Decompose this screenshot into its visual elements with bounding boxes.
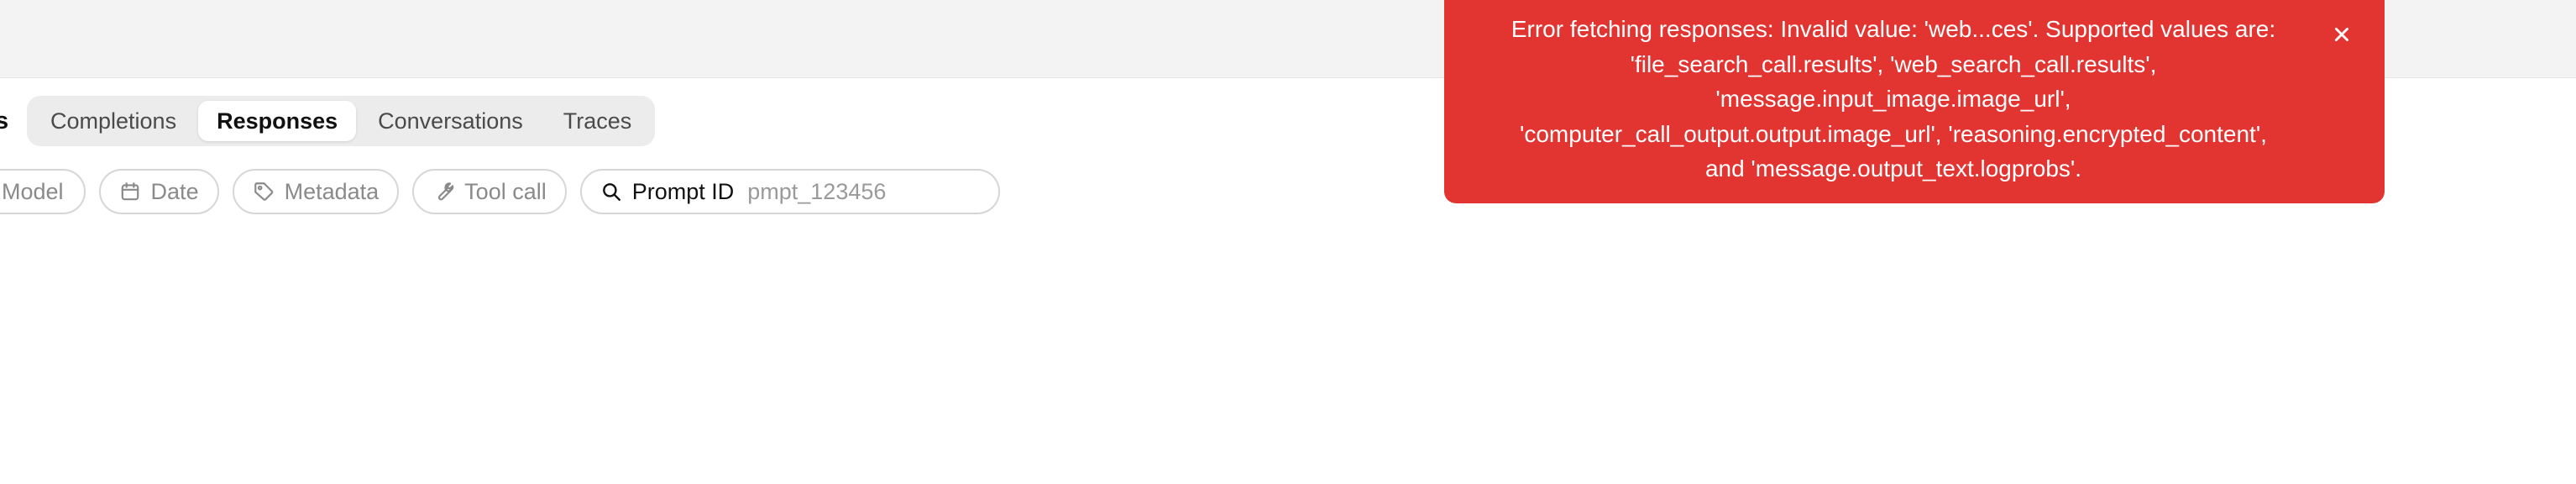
error-toast: Error fetching responses: Invalid value:… — [1444, 0, 2385, 203]
model-filter-label: Model — [2, 178, 64, 204]
date-filter-button[interactable]: Date — [98, 169, 219, 214]
calendar-icon — [119, 181, 141, 203]
tool-call-filter-button[interactable]: Tool call — [412, 169, 567, 214]
tool-call-filter-label: Tool call — [464, 178, 547, 204]
error-toast-message: Error fetching responses: Invalid value:… — [1469, 12, 2317, 187]
metadata-filter-label: Metadata — [284, 178, 380, 204]
prompt-id-search[interactable]: Prompt ID — [579, 169, 1000, 214]
prompt-id-label: Prompt ID — [631, 178, 735, 204]
tab-group: Completions Responses Conversations Trac… — [27, 96, 656, 146]
error-toast-line: Error fetching responses: Invalid value:… — [1511, 16, 2276, 42]
model-filter-button[interactable]: Model — [0, 169, 86, 214]
error-toast-line: 'computer_call_output.output.image_url',… — [1520, 120, 2267, 147]
tag-icon — [253, 181, 275, 203]
error-toast-line: 'message.input_image.image_url', — [1715, 86, 2071, 112]
error-toast-line: 'file_search_call.results', 'web_search_… — [1630, 50, 2157, 77]
wrench-icon — [432, 181, 454, 203]
filter-bar: Model Date Metadata Tool call Prompt ID … — [0, 168, 1000, 215]
search-icon — [600, 181, 622, 203]
prompt-id-input[interactable] — [744, 178, 983, 205]
error-toast-line: and 'message.output_text.logprobs'. — [1704, 155, 2082, 182]
tab-conversations[interactable]: Conversations — [359, 101, 542, 141]
date-filter-label: Date — [150, 178, 199, 204]
page-title-fragment: s — [0, 108, 9, 134]
tab-traces[interactable]: Traces — [545, 101, 651, 141]
toast-close-button[interactable] — [2329, 22, 2354, 47]
tab-completions[interactable]: Completions — [32, 101, 195, 141]
close-icon — [2334, 27, 2349, 42]
metadata-filter-button[interactable]: Metadata — [232, 169, 400, 214]
tab-responses[interactable]: Responses — [198, 101, 357, 141]
